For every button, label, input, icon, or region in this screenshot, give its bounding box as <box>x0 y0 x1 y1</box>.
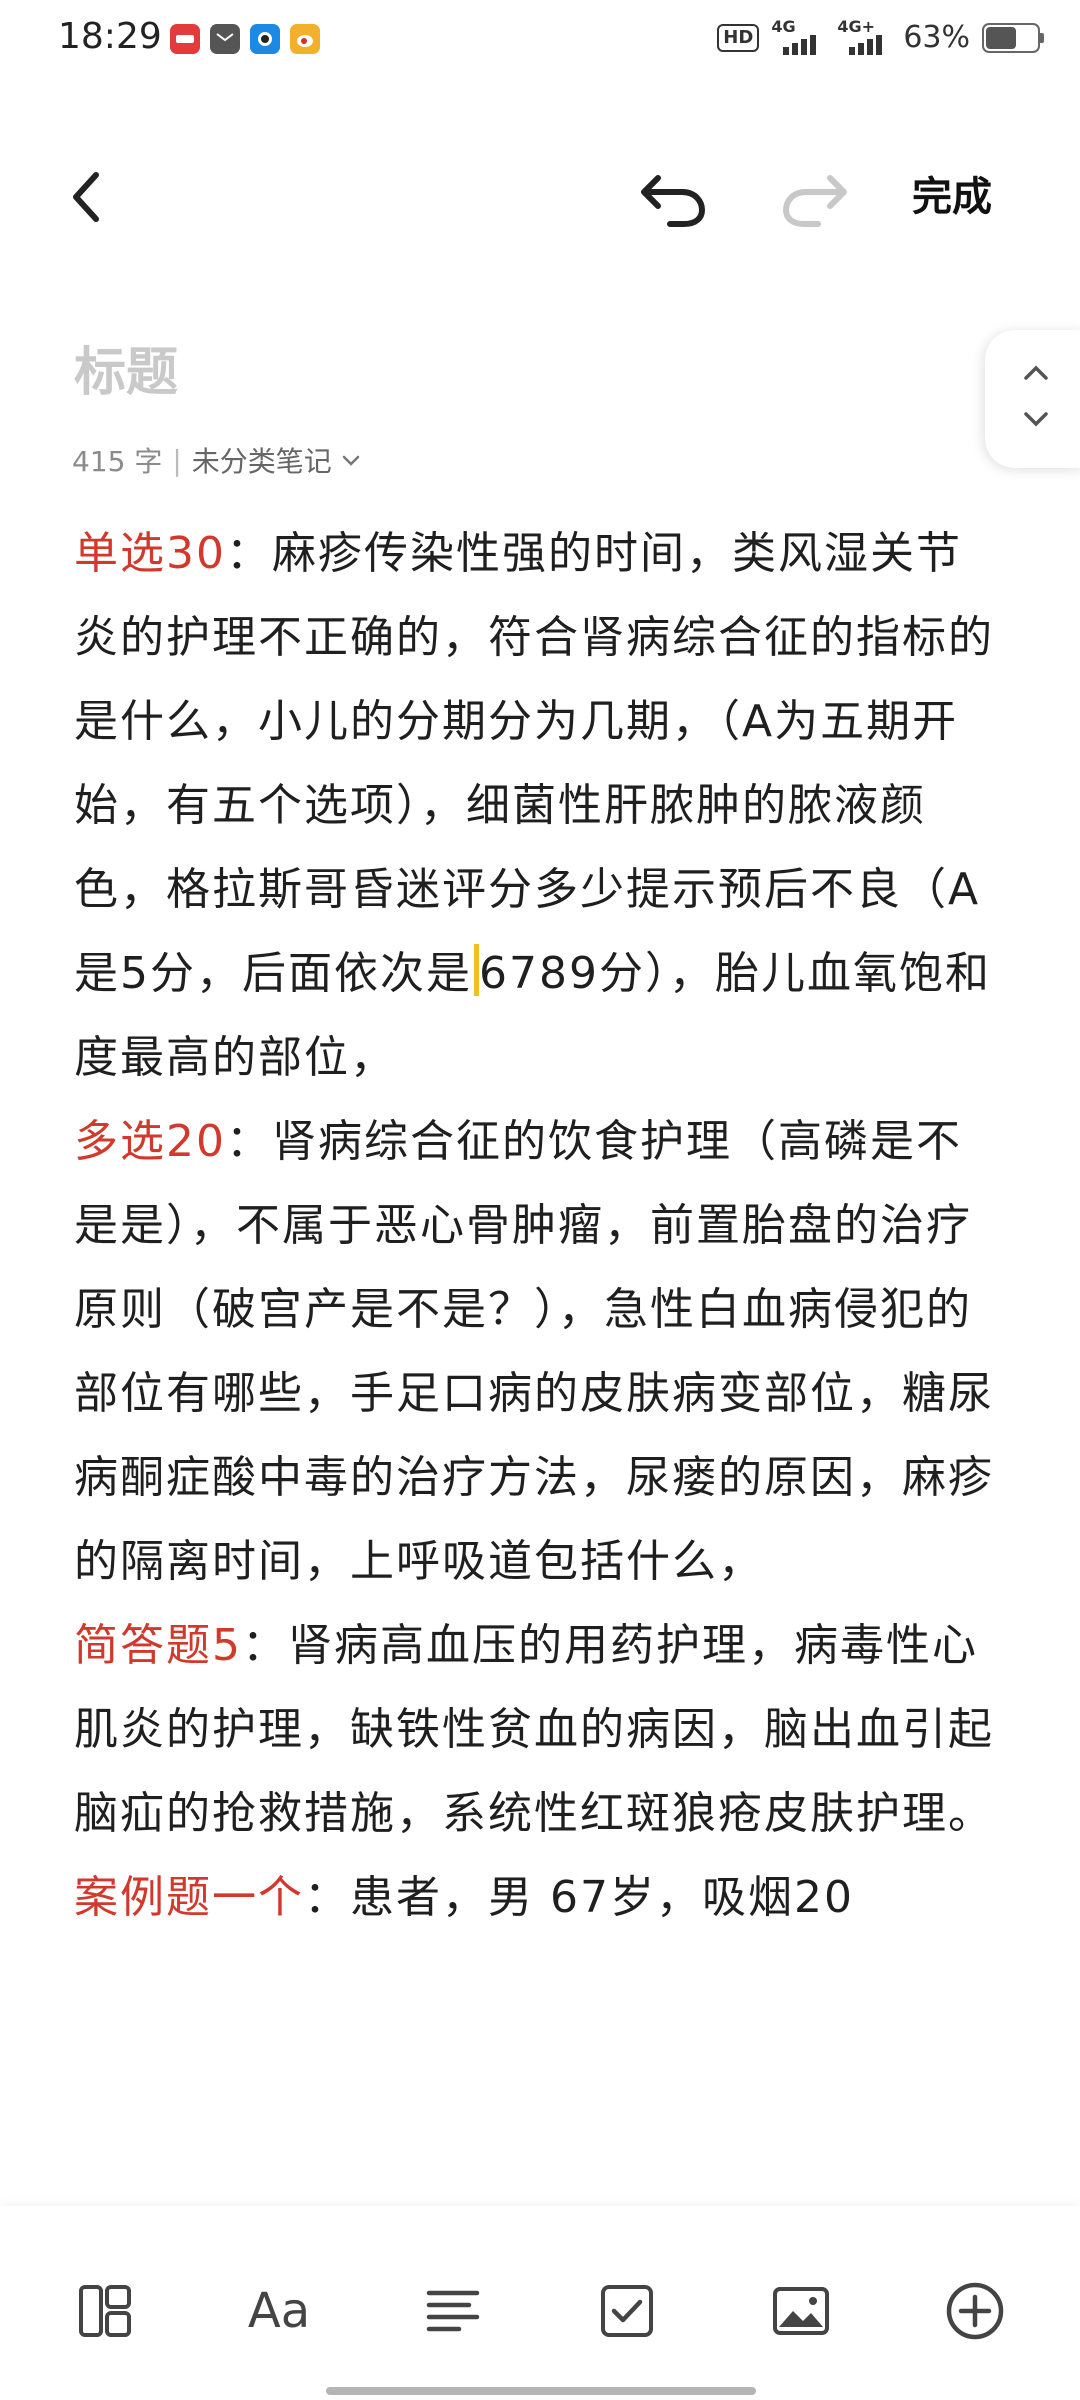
word-count: 415 字 <box>72 445 163 478</box>
chevron-left-icon <box>73 172 99 222</box>
paragraph-label: 简答题5 <box>74 1620 242 1671</box>
editor-toolbar: 完成 <box>0 140 1080 250</box>
battery-icon <box>982 22 1044 53</box>
hd-badge: HD <box>717 23 760 52</box>
meta-separator: | <box>172 443 182 477</box>
paragraph-single-choice: 单选30：麻疹传染性强的时间，类风湿关节炎的护理不正确的，符合肾病综合征的指标的… <box>74 512 1004 1100</box>
paragraph-multiple-choice: 多选20：肾病综合征的饮食护理（高磷是不是是），不属于恶心骨肿瘤，前置胎盘的治疗… <box>74 1100 1004 1604</box>
home-indicator[interactable] <box>326 2387 756 2395</box>
checkbox-icon <box>601 2285 653 2337</box>
battery-percent: 63% <box>903 20 970 55</box>
done-button[interactable]: 完成 <box>912 164 992 222</box>
status-app-icons <box>170 24 320 54</box>
insert-image-button[interactable] <box>766 2276 836 2346</box>
redo-button[interactable] <box>776 160 852 230</box>
paragraph-case-question: 案例题一个：患者，男 67岁，吸烟20 <box>74 1856 1004 1940</box>
note-body-editor[interactable]: 单选30：麻疹传染性强的时间，类风湿关节炎的护理不正确的，符合肾病综合征的指标的… <box>74 512 1004 1940</box>
layout-template-icon <box>79 2285 131 2337</box>
paragraph-text: ：患者，男 67岁，吸烟20 <box>304 1872 854 1923</box>
status-time: 18:29 <box>58 16 162 57</box>
paragraph-format-button[interactable] <box>418 2276 488 2346</box>
chevron-up-icon[interactable] <box>1021 360 1051 384</box>
checklist-button[interactable] <box>592 2276 662 2346</box>
chevron-down-icon[interactable] <box>1021 408 1051 432</box>
paragraph-text: ：麻疹传染性强的时间，类风湿关节炎的护理不正确的，符合肾病综合征的指标的是什么，… <box>74 528 994 999</box>
undo-button[interactable] <box>636 160 712 230</box>
paragraph-label: 案例题一个 <box>74 1872 304 1923</box>
weibo-app-icon <box>290 24 320 54</box>
chevron-down-icon[interactable] <box>340 449 362 471</box>
app-notification-icon <box>170 24 200 54</box>
undo-icon <box>641 175 706 227</box>
status-indicators: HD 4G 4G+ 63% <box>717 17 1044 55</box>
image-icon <box>773 2287 829 2335</box>
message-app-icon <box>210 24 240 54</box>
signal-icon-1: 4G <box>771 17 825 55</box>
bottom-format-bar: Aa <box>0 2206 1080 2400</box>
add-circle-icon <box>946 2282 1004 2340</box>
redo-icon <box>782 175 847 227</box>
paragraph-short-answer: 简答题5：肾病高血压的用药护理，病毒性心肌炎的护理，缺铁性贫血的病因，脑出血引起… <box>74 1604 1004 1856</box>
signal-icon-2: 4G+ <box>837 17 891 55</box>
qq-app-icon <box>250 24 280 54</box>
paragraph-align-icon <box>426 2290 480 2332</box>
paragraph-label: 多选20 <box>74 1116 226 1167</box>
font-style-button[interactable]: Aa <box>244 2276 314 2346</box>
category-selector[interactable]: 未分类笔记 <box>192 440 332 480</box>
paragraph-label: 单选30 <box>74 528 226 579</box>
insert-more-button[interactable] <box>940 2276 1010 2346</box>
note-title-input[interactable]: 标题 <box>74 330 178 405</box>
status-bar: 18:29 HD 4G 4G+ 63% <box>0 0 1080 84</box>
back-button[interactable] <box>66 162 126 232</box>
quick-scroll-handle[interactable] <box>985 330 1080 468</box>
paragraph-text: ：肾病综合征的饮食护理（高磷是不是是），不属于恶心骨肿瘤，前置胎盘的治疗原则（破… <box>74 1116 994 1587</box>
note-meta: 415 字 | 未分类笔记 <box>72 440 362 480</box>
template-button[interactable] <box>70 2276 140 2346</box>
